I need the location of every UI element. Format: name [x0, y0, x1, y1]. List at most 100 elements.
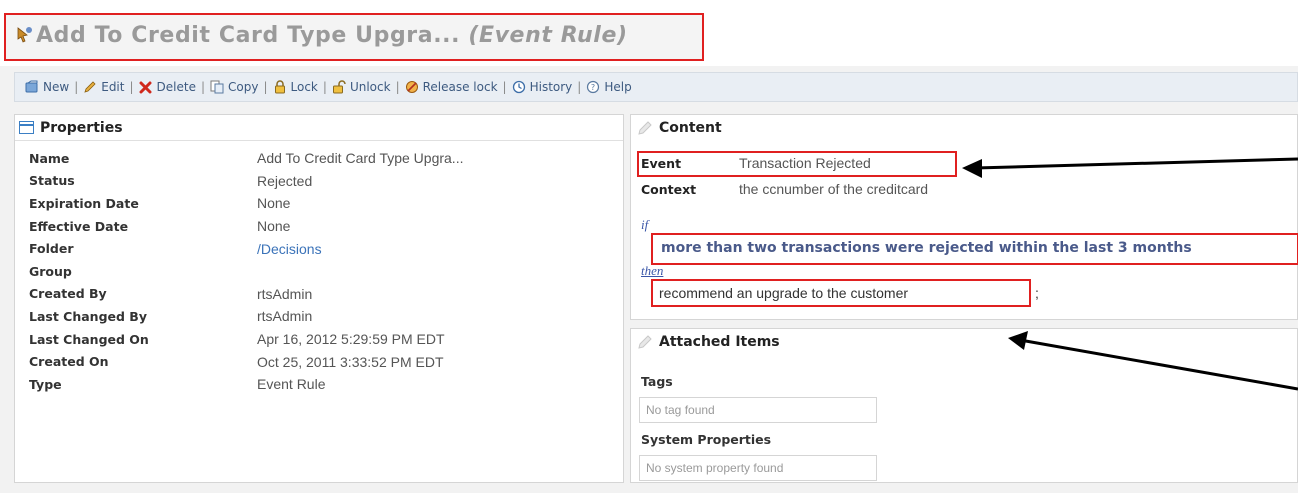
toolbar: New | Edit | Delete | Copy | Lock | Unlo…	[14, 72, 1298, 102]
release-lock-label: Release lock	[422, 80, 498, 94]
copy-label: Copy	[228, 80, 259, 94]
separator: |	[263, 80, 268, 94]
pencil-icon	[638, 335, 652, 349]
property-row-name: Name Add To Credit Card Type Upgra...	[29, 147, 623, 170]
attached-items-title: Attached Items	[659, 334, 780, 350]
property-key: Name	[29, 150, 70, 166]
new-button[interactable]: New	[25, 80, 69, 94]
content-panel: Content Event Transaction Rejected Contex…	[630, 114, 1298, 320]
property-value: Apr 16, 2012 5:29:59 PM EDT	[257, 331, 445, 348]
separator: |	[74, 80, 79, 94]
new-icon	[25, 80, 38, 93]
properties-title: Properties	[40, 119, 123, 136]
lock-button[interactable]: Lock	[273, 80, 318, 94]
separator: |	[322, 80, 327, 94]
context-row: Context the ccnumber of the creditcard	[641, 181, 928, 198]
property-row-type: Type Event Rule	[29, 373, 623, 396]
property-value: Add To Credit Card Type Upgra...	[257, 150, 464, 167]
history-label: History	[529, 80, 573, 94]
unlock-icon	[332, 80, 346, 94]
delete-icon	[139, 81, 152, 94]
delete-label: Delete	[156, 80, 196, 94]
property-row-created-on: Created On Oct 25, 2011 3:33:52 PM EDT	[29, 350, 623, 373]
help-button[interactable]: ? Help	[586, 80, 632, 94]
rule-type: (Event Rule)	[468, 23, 628, 48]
separator: |	[577, 80, 582, 94]
properties-icon	[19, 121, 34, 134]
property-row-expiration-date: Expiration Date None	[29, 192, 623, 215]
context-value: the ccnumber of the creditcard	[739, 181, 929, 197]
help-label: Help	[604, 80, 632, 94]
separator: |	[502, 80, 507, 94]
system-properties-label: System Properties	[641, 432, 772, 447]
content-header: Content	[631, 115, 1297, 141]
separator: |	[395, 80, 400, 94]
property-key: Effective Date	[29, 218, 129, 234]
lock-icon	[274, 80, 285, 94]
unlock-button[interactable]: Unlock	[332, 80, 391, 94]
property-key: Last Changed On	[29, 331, 149, 347]
edit-icon	[84, 81, 96, 93]
property-value: None	[257, 195, 291, 212]
property-key: Created By	[29, 286, 107, 302]
folder-link[interactable]: /Decisions	[257, 241, 322, 257]
property-key: Last Changed By	[29, 308, 147, 324]
rule-icon	[17, 27, 32, 43]
property-key: Created On	[29, 354, 109, 370]
property-row-last-changed-by: Last Changed By rtsAdmin	[29, 305, 623, 328]
page-title: Add To Credit Card Type Upgra... (Event …	[16, 23, 628, 48]
unlock-label: Unlock	[349, 80, 391, 94]
tags-empty-box: No tag found	[639, 397, 877, 423]
attached-items-header: Attached Items	[631, 329, 1297, 355]
property-value: rtsAdmin	[257, 308, 313, 325]
release-lock-button[interactable]: Release lock	[405, 80, 498, 94]
separator: |	[200, 80, 206, 94]
property-value: Oct 25, 2011 3:33:52 PM EDT	[257, 353, 444, 370]
then-keyword: then	[641, 263, 664, 278]
if-keyword: if	[641, 217, 649, 232]
lock-label: Lock	[290, 80, 318, 94]
event-highlight	[637, 151, 957, 177]
new-label: New	[43, 80, 70, 94]
condition-text[interactable]: more than two transactions were rejected…	[661, 240, 1192, 256]
svg-text:?: ?	[591, 83, 595, 92]
release-lock-icon	[405, 81, 418, 93]
properties-panel: Properties Name Add To Credit Card Type U…	[14, 114, 624, 483]
pencil-icon	[638, 121, 652, 135]
property-row-created-by: Created By rtsAdmin	[29, 283, 623, 306]
property-row-group: Group	[29, 260, 623, 283]
properties-header: Properties	[15, 115, 623, 141]
copy-icon	[210, 80, 224, 94]
history-button[interactable]: History	[512, 80, 573, 94]
tags-label: Tags	[641, 374, 673, 389]
property-key: Type	[29, 376, 62, 392]
property-value: None	[257, 218, 291, 235]
property-row-effective-date: Effective Date None	[29, 215, 623, 238]
help-icon: ?	[587, 80, 600, 94]
delete-button[interactable]: Delete	[139, 80, 196, 94]
action-terminator: ;	[1035, 285, 1039, 301]
action-text[interactable]: recommend an upgrade to the customer	[659, 285, 908, 301]
content-title: Content	[659, 120, 722, 136]
property-value: Event Rule	[257, 376, 326, 393]
page-title-box: Add To Credit Card Type Upgra... (Event …	[4, 13, 704, 61]
property-key: Folder	[29, 241, 74, 257]
property-key: Status	[29, 173, 75, 189]
context-label: Context	[641, 182, 697, 197]
copy-button[interactable]: Copy	[210, 80, 258, 94]
edit-label: Edit	[101, 80, 125, 94]
history-icon	[512, 80, 525, 94]
separator: |	[129, 80, 134, 94]
edit-button[interactable]: Edit	[83, 80, 124, 94]
property-row-folder: Folder/Decisions	[29, 237, 623, 260]
properties-list: Name Add To Credit Card Type Upgra... Sta…	[15, 141, 623, 396]
property-value: rtsAdmin	[257, 285, 313, 302]
attached-items-panel: Attached Items Tags No tag found System …	[630, 328, 1298, 483]
property-row-status: Status Rejected	[29, 170, 623, 193]
property-value: Rejected	[257, 172, 313, 189]
system-properties-empty-box: No system property found	[639, 455, 877, 481]
property-key: Group	[29, 263, 72, 279]
rule-name: Add To Credit Card Type Upgra...	[36, 23, 461, 48]
property-key: Expiration Date	[29, 195, 139, 211]
property-row-last-changed-on: Last Changed On Apr 16, 2012 5:29:59 PM E…	[29, 328, 623, 351]
